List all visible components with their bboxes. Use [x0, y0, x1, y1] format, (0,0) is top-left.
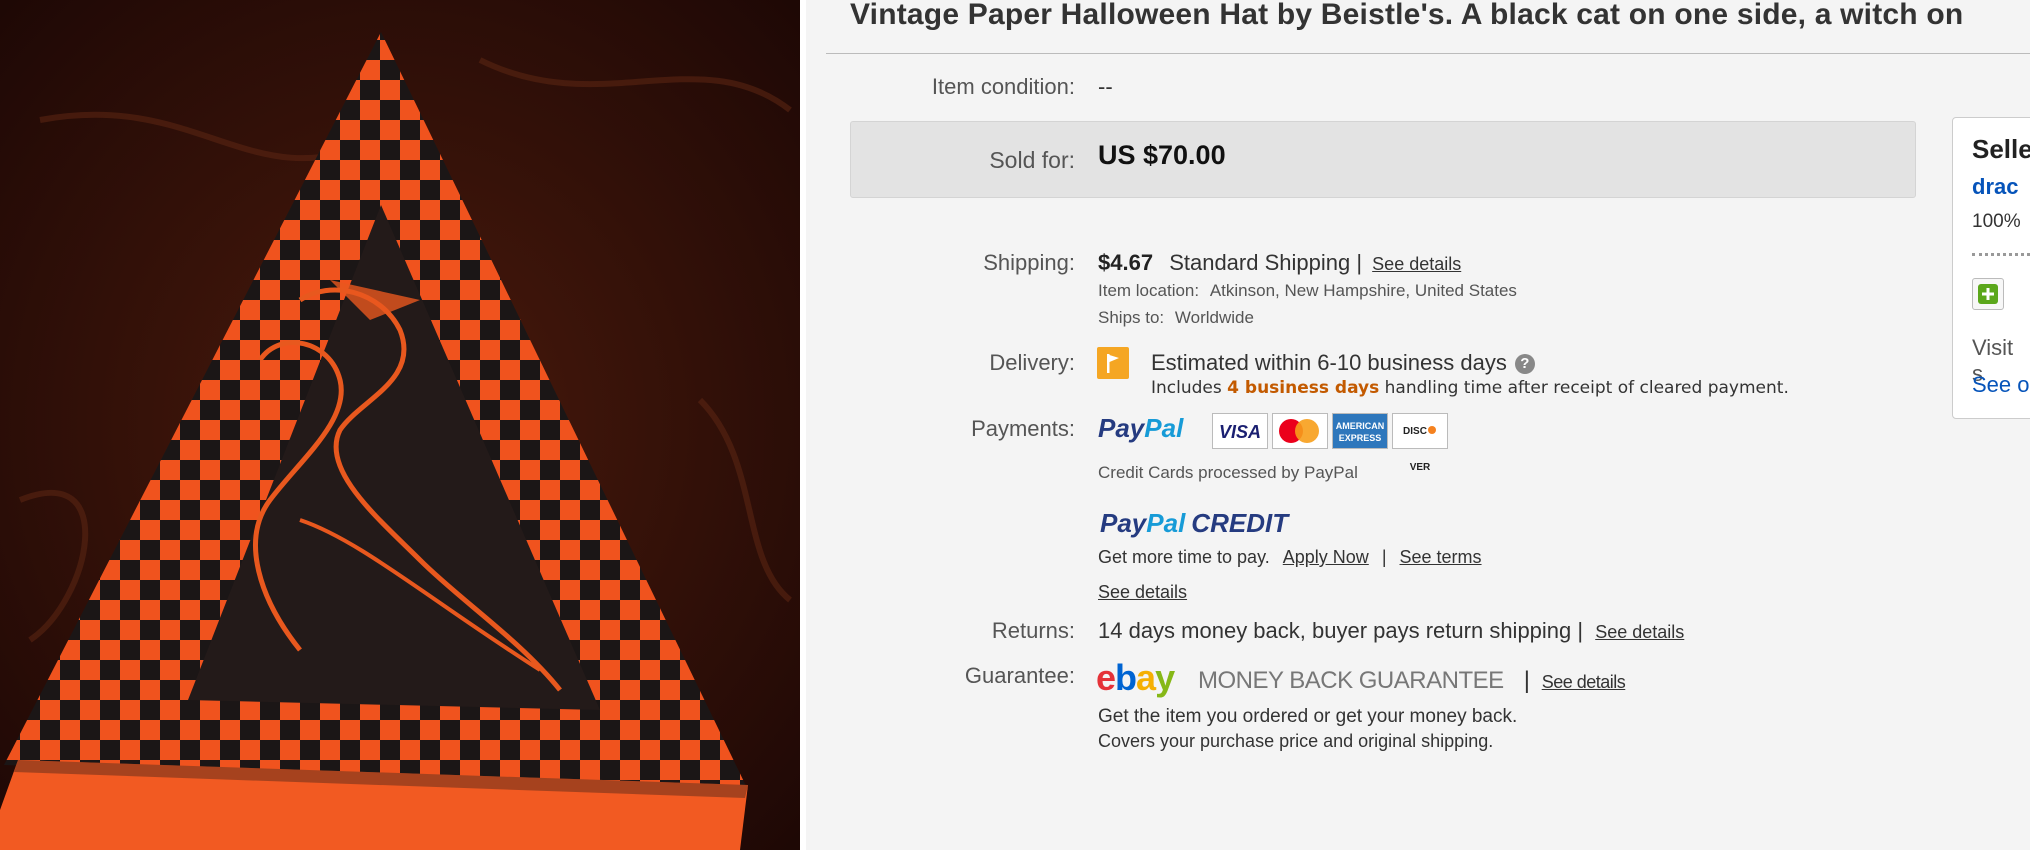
ebay-logo-a: a: [1136, 657, 1156, 698]
guarantee-separator: |: [1523, 667, 1530, 694]
witch-hat-image: [0, 0, 800, 850]
shipping-label: Shipping:: [983, 250, 1075, 275]
item-title: Vintage Paper Halloween Hat by Beistle's…: [850, 0, 1964, 31]
returns-details-link[interactable]: See details: [1595, 622, 1684, 642]
delivery-estimate-row: Estimated within 6-10 business days?: [1151, 350, 1535, 376]
paypal-credit-details: See details: [1098, 578, 1187, 604]
discover-dot: [1427, 426, 1436, 434]
amex-card-icon: AMERICAN EXPRESS: [1332, 413, 1388, 449]
discover-card-icon: DISC VER: [1392, 413, 1448, 473]
ebay-logo-b: b: [1115, 657, 1137, 698]
guarantee-line-1: Get the item you ordered or get your mon…: [1098, 706, 1518, 727]
ebay-logo-e: e: [1096, 657, 1116, 698]
guarantee-line-2: Covers your purchase price and original …: [1098, 731, 1494, 751]
apply-terms-separator: |: [1381, 547, 1387, 567]
seller-name-link[interactable]: drac: [1972, 174, 2018, 200]
see-terms-link[interactable]: See terms: [1400, 547, 1482, 567]
mastercard-circle-orange: [1295, 419, 1319, 443]
ebay-logo: ebay: [1096, 657, 1175, 699]
help-icon[interactable]: ?: [1514, 354, 1535, 374]
product-photo[interactable]: [0, 0, 800, 850]
returns-label: Returns:: [991, 618, 1075, 643]
ships-to-row: Ships to: Worldwide: [1098, 308, 1254, 328]
visa-card-icon: VISA: [1212, 413, 1268, 449]
paypal-credit-pal: Pal: [1146, 508, 1186, 538]
item-location: Atkinson, New Hampshire, United States: [1209, 281, 1517, 300]
money-back-guarantee: MONEY BACK GUARANTEE | See details: [1198, 667, 1626, 695]
delivery-estimate: Estimated within 6-10 business days: [1151, 350, 1507, 375]
shipping-row: $4.67 Standard Shipping | See details: [1098, 250, 1461, 276]
plus-icon: [1978, 284, 1998, 304]
paypal-credit-pay: Pay: [1100, 508, 1147, 538]
handling-note-prefix: Includes: [1151, 378, 1228, 398]
handling-note: Includes 4 business days handling time a…: [1151, 378, 1789, 398]
amex-line-2: EXPRESS: [1338, 433, 1382, 443]
ebay-logo-y: y: [1155, 657, 1175, 698]
ships-to-value: Worldwide: [1174, 308, 1254, 327]
delivery-flag-icon: [1097, 347, 1129, 379]
seller-divider: [1972, 253, 2030, 256]
item-location-row: Item location: Atkinson, New Hampshire, …: [1098, 281, 1517, 301]
condition-label: Item condition:: [931, 74, 1075, 99]
photo-divider: [800, 0, 806, 850]
discover-text-1: DISC: [1403, 426, 1427, 437]
apply-now-link[interactable]: Apply Now: [1283, 547, 1369, 567]
paypal-credit-row: Get more time to pay. Apply Now | See te…: [1098, 547, 1482, 568]
shipping-cost: $4.67: [1098, 250, 1154, 275]
paypal-logo-pal: Pal: [1144, 413, 1184, 443]
handling-days: 4 business days: [1227, 378, 1380, 398]
item-page: Vintage Paper Halloween Hat by Beistle's…: [0, 0, 2030, 850]
sold-label: Sold for:: [989, 147, 1075, 173]
returns-text: 14 days money back, buyer pays return sh…: [1098, 618, 1584, 643]
money-back-guarantee-text: MONEY BACK GUARANTEE: [1198, 667, 1504, 694]
paypal-credit-logo: PayPal CREDIT: [1100, 508, 1288, 539]
guarantee-details-link[interactable]: See details: [1542, 672, 1626, 692]
discover-text-2: VER: [1409, 462, 1431, 473]
title-divider: [826, 53, 2030, 54]
sold-price: US $70.00: [1098, 140, 1226, 170]
handling-note-suffix: handling time after receipt of cleared p…: [1379, 378, 1789, 398]
mastercard-icon: [1272, 413, 1328, 449]
shipping-details-link[interactable]: See details: [1372, 254, 1461, 274]
paypal-credit-details-link[interactable]: See details: [1098, 582, 1187, 602]
follow-seller-button[interactable]: [1972, 278, 2004, 310]
ships-to-label: Ships to:: [1098, 308, 1165, 327]
seller-card-title: Selle: [1972, 134, 2030, 164]
guarantee-label: Guarantee:: [964, 663, 1075, 688]
paypal-credit-text: Get more time to pay.: [1098, 547, 1270, 567]
payments-label: Payments:: [971, 416, 1075, 441]
amex-line-1: AMERICAN: [1335, 421, 1385, 431]
returns-row: 14 days money back, buyer pays return sh…: [1098, 618, 1684, 644]
paypal-logo: PayPal: [1098, 413, 1183, 444]
seller-feedback: 100%: [1972, 211, 2021, 232]
delivery-label: Delivery:: [989, 350, 1075, 375]
shipping-method: Standard Shipping |: [1169, 250, 1363, 275]
paypal-logo-pay: Pay: [1098, 413, 1145, 443]
condition-value: --: [1098, 74, 1113, 99]
credit-cards-note: Credit Cards processed by PayPal: [1098, 463, 1358, 482]
paypal-credit-word: CREDIT: [1191, 508, 1289, 538]
item-location-label: Item location:: [1098, 281, 1200, 300]
see-other-items-link[interactable]: See o: [1972, 372, 2030, 398]
